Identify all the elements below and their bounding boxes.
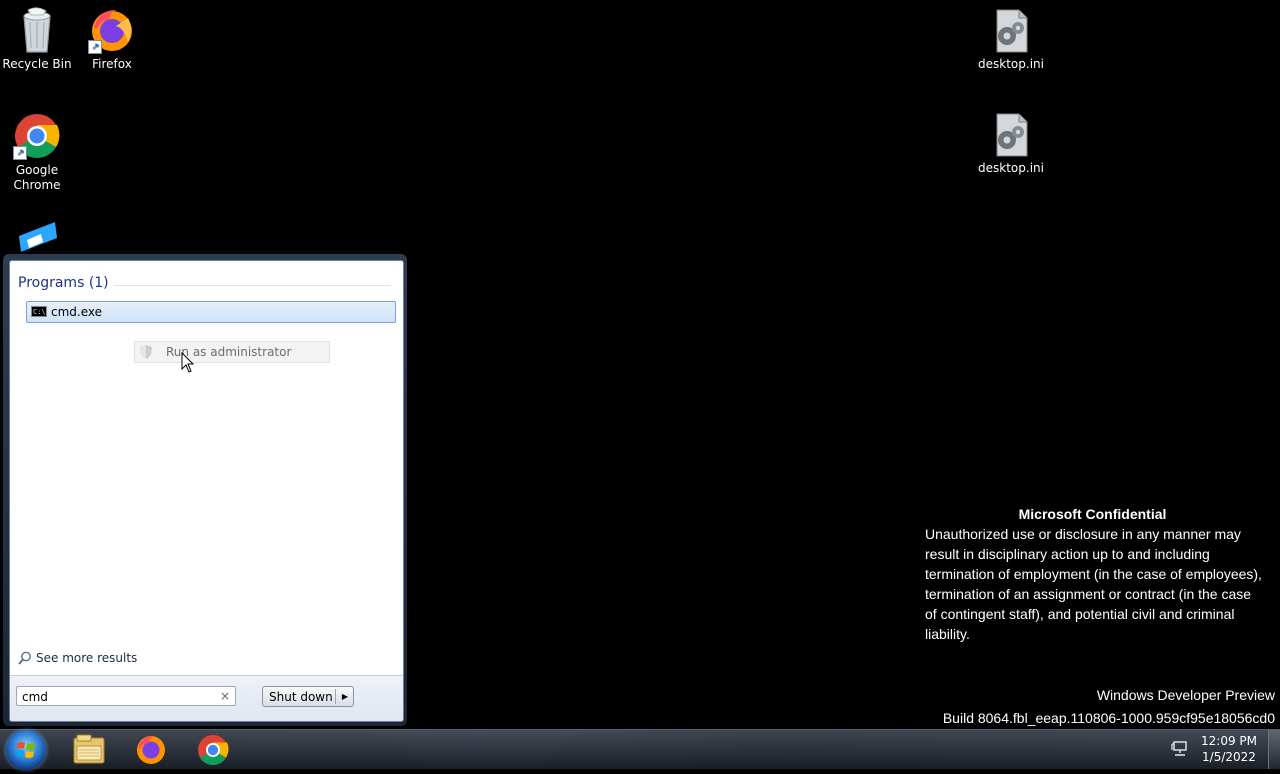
file-explorer-icon bbox=[73, 734, 105, 764]
heading-divider bbox=[114, 285, 391, 286]
recycle-bin-icon bbox=[13, 6, 61, 54]
build-watermark: Windows Developer Preview Build 8064.fbl… bbox=[943, 684, 1275, 730]
notice-body: Unauthorized use or disclosure in any ma… bbox=[925, 526, 1262, 642]
taskbar-firefox[interactable] bbox=[124, 731, 178, 769]
preview-title: Windows Developer Preview bbox=[1096, 687, 1275, 703]
result-cmd-exe[interactable]: C:\ cmd.exe bbox=[26, 301, 396, 323]
windows-logo-icon bbox=[16, 742, 35, 758]
see-more-results-label: See more results bbox=[36, 651, 138, 665]
recycle-bin-desktop-icon[interactable]: Recycle Bin bbox=[0, 2, 76, 72]
google-chrome-desktop-icon[interactable]: ↗ Google Chrome bbox=[0, 108, 76, 193]
shut-down-options-arrow-icon[interactable]: ▶ bbox=[337, 687, 353, 706]
taskbar: 12:09 PM 1/5/2022 bbox=[0, 729, 1280, 770]
show-desktop-button[interactable] bbox=[1268, 730, 1280, 769]
chrome-icon bbox=[198, 735, 229, 766]
shortcut-arrow-icon: ↗ bbox=[13, 146, 27, 160]
desktop-ini-desktop-icon-2[interactable]: desktop.ini bbox=[972, 106, 1050, 176]
uac-shield-icon bbox=[140, 345, 152, 359]
network-icon[interactable] bbox=[1171, 741, 1189, 757]
desktop-ini-label: desktop.ini bbox=[978, 161, 1044, 175]
settings-file-icon bbox=[987, 110, 1035, 158]
search-icon bbox=[18, 651, 32, 665]
desktop-ini-desktop-icon-1[interactable]: desktop.ini bbox=[972, 2, 1050, 72]
taskbar-chrome[interactable] bbox=[186, 731, 240, 769]
programs-heading: Programs (1) bbox=[18, 275, 109, 291]
start-menu-panel: Programs (1) C:\ cmd.exe Run as administ… bbox=[9, 260, 404, 722]
start-menu: Programs (1) C:\ cmd.exe Run as administ… bbox=[3, 254, 407, 726]
start-menu-footer: cmd × Shut down ▶ bbox=[10, 675, 403, 721]
start-search-input[interactable]: cmd bbox=[16, 686, 236, 706]
taskbar-file-explorer[interactable] bbox=[62, 731, 116, 769]
shut-down-button[interactable]: Shut down ▶ bbox=[262, 686, 354, 707]
shortcut-arrow-icon: ↗ bbox=[88, 40, 102, 54]
firefox-icon bbox=[137, 736, 165, 764]
recycle-bin-label: Recycle Bin bbox=[2, 57, 72, 71]
settings-file-icon bbox=[987, 6, 1035, 54]
firefox-icon: ↗ bbox=[88, 6, 136, 54]
mouse-pointer-icon bbox=[181, 351, 195, 374]
start-button[interactable] bbox=[6, 730, 46, 770]
firefox-label: Firefox bbox=[92, 57, 132, 71]
firefox-desktop-icon[interactable]: ↗ Firefox bbox=[73, 2, 151, 72]
see-more-results-link[interactable]: See more results bbox=[18, 651, 137, 665]
clear-search-icon[interactable]: × bbox=[218, 689, 232, 703]
button-divider bbox=[335, 689, 336, 704]
run-as-administrator-menu-item[interactable]: Run as administrator bbox=[134, 341, 330, 363]
search-results-pane: Programs (1) C:\ cmd.exe Run as administ… bbox=[10, 261, 403, 671]
command-prompt-icon: C:\ bbox=[31, 306, 47, 317]
build-string: Build 8064.fbl_eeap.110806-1000.959cf95e… bbox=[942, 710, 1275, 726]
google-chrome-label: Google Chrome bbox=[13, 163, 61, 192]
chrome-icon: ↗ bbox=[13, 112, 61, 160]
result-label: cmd.exe bbox=[51, 305, 103, 319]
clock-time: 12:09 PM bbox=[1201, 734, 1257, 748]
desktop-ini-label: desktop.ini bbox=[978, 57, 1044, 71]
shut-down-label: Shut down bbox=[269, 690, 333, 704]
confidential-notice: Microsoft Confidential Unauthorized use … bbox=[925, 504, 1275, 644]
system-clock[interactable]: 12:09 PM 1/5/2022 bbox=[1196, 733, 1262, 765]
clock-date: 1/5/2022 bbox=[1202, 750, 1256, 764]
notice-title: Microsoft Confidential bbox=[1018, 506, 1167, 522]
